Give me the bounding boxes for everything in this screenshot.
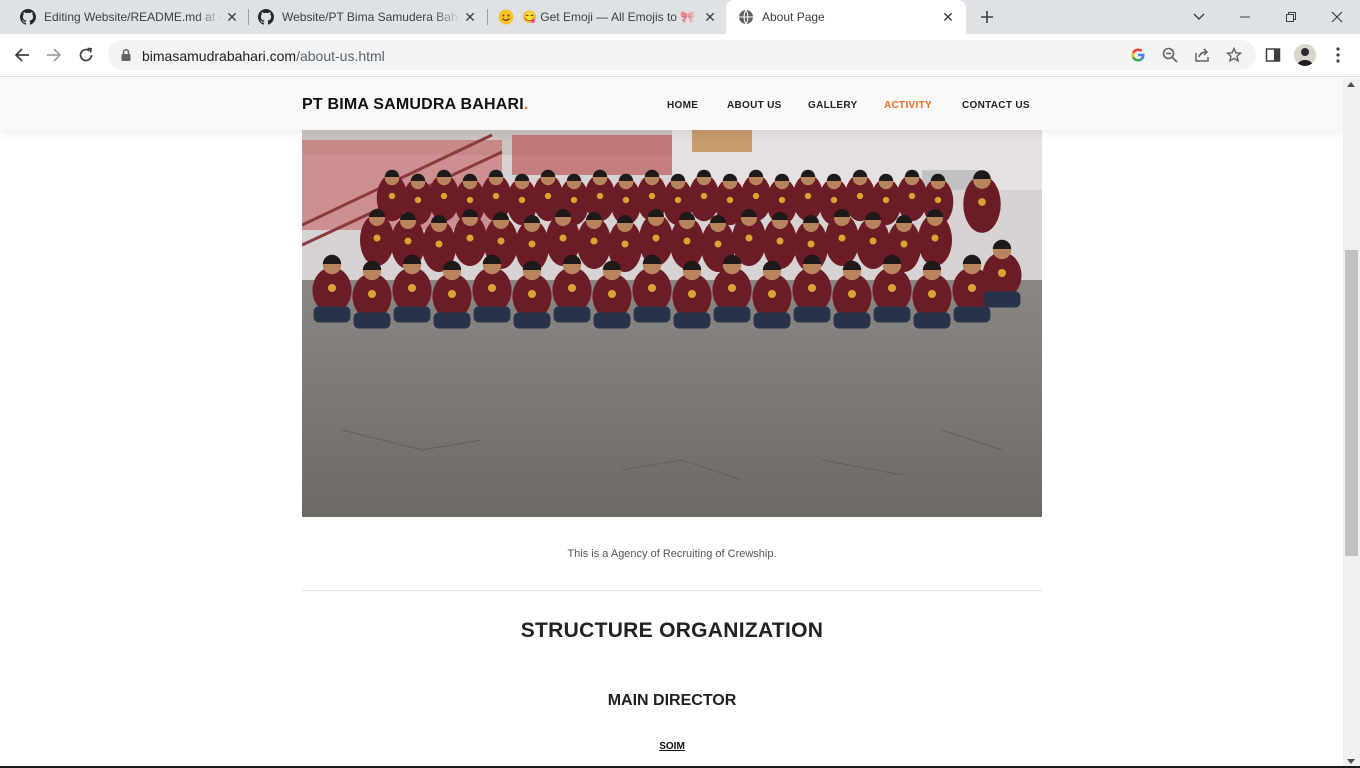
close-window-button[interactable]: [1314, 0, 1360, 34]
emoji-icon: [498, 9, 514, 25]
nav-home[interactable]: HOME: [667, 100, 698, 111]
tab-editing-readme[interactable]: Editing Website/README.md at main ✕: [0, 0, 248, 34]
browser-toolbar: bimasamudrabahari.com/about-us.html: [0, 34, 1360, 77]
arrow-right-icon: [47, 48, 62, 62]
url-text[interactable]: bimasamudrabahari.com/about-us.html: [142, 48, 385, 64]
page-scrollbar[interactable]: [1343, 78, 1360, 768]
nav-activity[interactable]: ACTIVITY: [884, 100, 932, 111]
close-icon: [1331, 11, 1343, 23]
close-icon[interactable]: ✕: [938, 7, 958, 27]
reload-icon: [79, 47, 93, 62]
tab-title: About Page: [762, 10, 825, 24]
minimize-button[interactable]: [1222, 0, 1268, 34]
url-host: bimasamudrabahari.com: [142, 48, 297, 64]
crew-group-photo: [302, 130, 1042, 517]
site-header: PT BIMA SAMUDRA BAHARI. HOME ABOUT US GA…: [0, 78, 1343, 130]
globe-icon: [738, 9, 754, 25]
google-lens-icon[interactable]: [1130, 47, 1146, 63]
profile-button[interactable]: [1294, 44, 1316, 66]
director-name-text[interactable]: SOIM: [659, 741, 685, 752]
forward-button[interactable]: [40, 41, 68, 69]
address-bar[interactable]: bimasamudrabahari.com/about-us.html: [108, 40, 1256, 70]
github-icon: [258, 9, 274, 25]
reload-button[interactable]: [72, 41, 100, 69]
share-icon[interactable]: [1194, 47, 1210, 63]
close-icon[interactable]: ✕: [700, 7, 720, 27]
lock-icon[interactable]: [120, 48, 132, 67]
restore-button[interactable]: [1268, 0, 1314, 34]
nav-about-us[interactable]: ABOUT US: [727, 100, 782, 111]
section-title: STRUCTURE ORGANIZATION: [520, 619, 824, 642]
arrow-left-icon: [14, 48, 29, 62]
github-icon: [20, 9, 36, 25]
page-viewport: PT BIMA SAMUDRA BAHARI. HOME ABOUT US GA…: [0, 78, 1343, 768]
nav-gallery[interactable]: GALLERY: [808, 100, 858, 111]
tab-title: 😋 Get Emoji — All Emojis to 🎀: [522, 10, 696, 24]
site-logo[interactable]: PT BIMA SAMUDRA BAHARI.: [302, 96, 529, 114]
tab-title: Editing Website/README.md at main: [44, 10, 222, 24]
side-panel-icon: [1265, 48, 1281, 62]
kebab-menu-icon: [1336, 47, 1340, 63]
tab-strip: Editing Website/README.md at main ✕ Webs…: [0, 0, 1360, 34]
restore-icon: [1286, 12, 1296, 22]
bookmark-star-icon[interactable]: [1226, 47, 1242, 63]
zoom-icon[interactable]: [1162, 47, 1178, 63]
plus-icon: [981, 11, 993, 23]
tab-title: Website/PT Bima Samudera Bahari: [282, 10, 460, 24]
menu-button[interactable]: [1327, 44, 1349, 66]
photo-caption: This is a Agency of Recruiting of Crewsh…: [567, 548, 777, 560]
logo-dot: .: [523, 96, 529, 113]
chevron-down-icon: [1193, 13, 1205, 20]
minimize-icon: [1240, 16, 1250, 18]
logo-text: PT BIMA SAMUDRA BAHARI: [302, 96, 524, 113]
new-tab-button[interactable]: [976, 6, 998, 28]
director-name[interactable]: SOIM: [302, 741, 1042, 752]
section-divider: [302, 590, 1042, 591]
back-button[interactable]: [8, 41, 36, 69]
tab-website-repo[interactable]: Website/PT Bima Samudera Bahari ✕: [238, 0, 486, 34]
tab-search-button[interactable]: [1176, 0, 1222, 34]
scroll-up-arrow-icon[interactable]: [1347, 82, 1355, 87]
tab-get-emoji[interactable]: 😋 Get Emoji — All Emojis to 🎀 ✕: [478, 0, 726, 34]
role-title: MAIN DIRECTOR: [607, 692, 737, 709]
tab-about-page[interactable]: About Page ✕: [726, 0, 966, 34]
avatar: [1294, 44, 1316, 66]
nav-contact-us[interactable]: CONTACT US: [962, 100, 1030, 111]
side-panel-button[interactable]: [1262, 44, 1284, 66]
url-path: /about-us.html: [296, 48, 385, 64]
scrollbar-thumb[interactable]: [1345, 250, 1358, 556]
close-icon[interactable]: ✕: [460, 7, 480, 27]
scroll-down-arrow-icon[interactable]: [1347, 759, 1355, 764]
